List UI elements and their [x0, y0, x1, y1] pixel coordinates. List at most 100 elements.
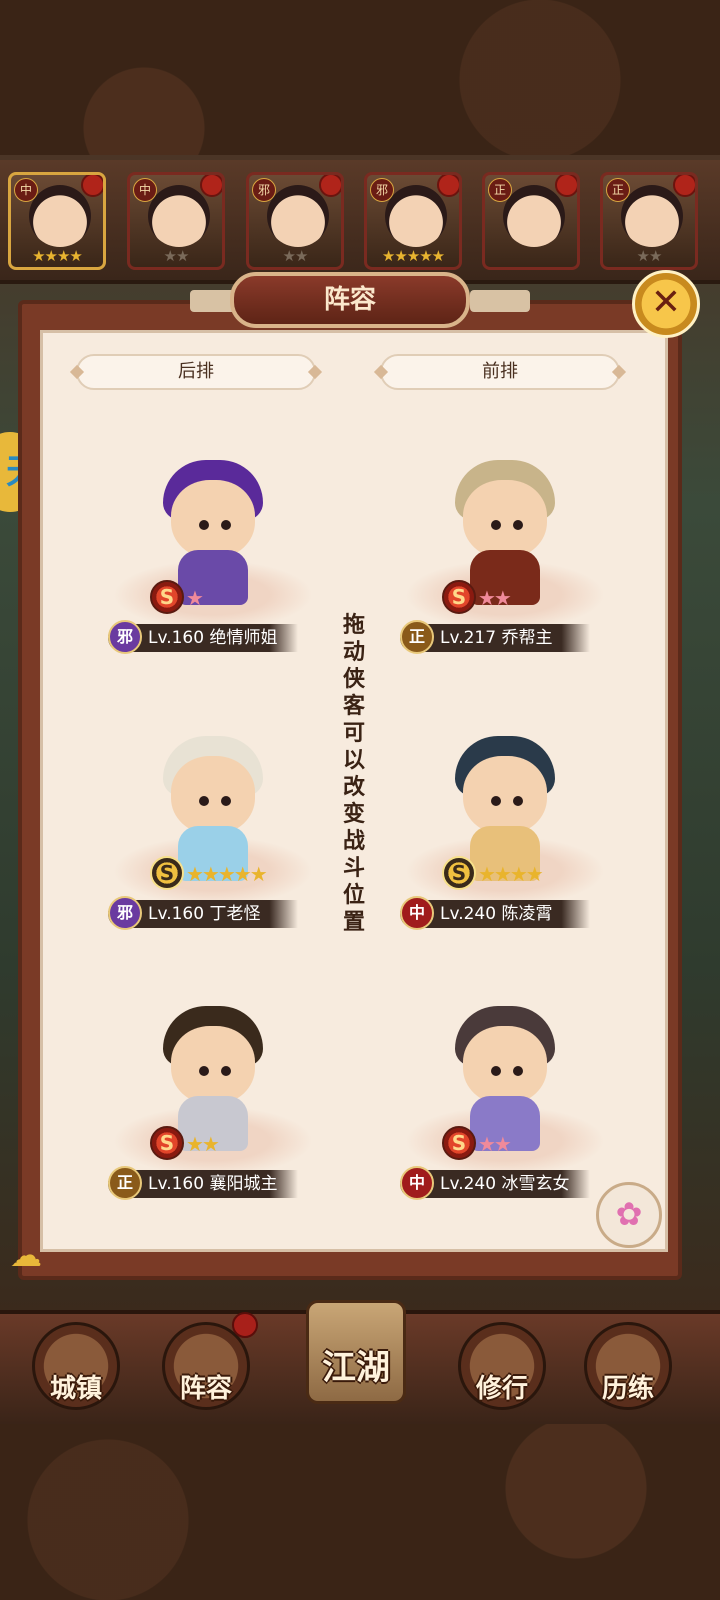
hero-slot-back-3[interactable]: S ★★ 正 Lv.160 襄阳城主: [108, 976, 318, 1206]
hero-stars: ★★: [163, 247, 190, 265]
hero-slot-front-2[interactable]: S ★★★★ 中 Lv.240 陈凌霄: [400, 706, 610, 936]
nav-lineup-button[interactable]: 阵容: [158, 1312, 258, 1414]
notification-dot: [673, 175, 695, 197]
hero-name: 绝情师姐: [209, 628, 278, 648]
drag-hint-text: 拖动侠客可以改变战斗位置: [342, 613, 365, 935]
hero-label: Lv.240 陈凌霄: [440, 902, 552, 926]
hero-slot-front-3[interactable]: S ★★ 中 Lv.240 冰雪玄女: [400, 976, 610, 1206]
hero-figure: [163, 996, 263, 1151]
faction-badge: 邪: [108, 620, 142, 654]
hero-stars: ★★★★★: [186, 862, 268, 886]
s-rank-badge: S: [442, 856, 476, 890]
hero-eye: [199, 1066, 209, 1076]
faction-badge: 正: [108, 1166, 142, 1200]
hero-stars: ★★: [478, 586, 512, 610]
back-row-header: 后排: [76, 354, 316, 390]
faction-badge: 邪: [252, 178, 276, 202]
hero-figure: [455, 450, 555, 605]
panel-title: 阵容: [230, 272, 470, 328]
nav-town-label: 城镇: [49, 1374, 102, 1404]
hero-level: Lv.160: [148, 904, 205, 924]
roster-hero-card[interactable]: 中 ★★★★: [8, 172, 106, 270]
roster-hero-card[interactable]: 正: [482, 172, 580, 270]
s-rank-badge: S: [150, 580, 184, 614]
nav-training-button[interactable]: 修行: [454, 1318, 550, 1414]
hero-head: [463, 1026, 547, 1104]
hero-stars: ★★: [282, 247, 309, 265]
notification-dot: [200, 175, 222, 197]
close-button[interactable]: ✕: [632, 270, 700, 338]
faction-badge: 中: [14, 178, 38, 202]
hero-eye: [491, 520, 501, 530]
hero-portrait: [503, 185, 565, 247]
notification-dot: [555, 175, 577, 197]
hero-label: Lv.217 乔帮主: [440, 626, 552, 650]
hero-eye: [513, 520, 523, 530]
hero-slot-front-1[interactable]: S ★★ 正 Lv.217 乔帮主: [400, 430, 610, 660]
hero-level: Lv.160: [148, 1174, 205, 1194]
hero-portrait: [148, 185, 210, 247]
hero-eye: [513, 796, 523, 806]
faction-badge: 中: [400, 1166, 434, 1200]
hero-head: [171, 1026, 255, 1104]
faction-badge: 正: [488, 178, 512, 202]
hero-eye: [491, 1066, 501, 1076]
hero-level: Lv.240: [440, 904, 497, 924]
hero-level: Lv.240: [440, 1174, 497, 1194]
roster-hero-card[interactable]: 邪 ★★: [246, 172, 344, 270]
hero-stars: ★★: [186, 1132, 220, 1156]
nav-jianghu-button[interactable]: 江湖: [296, 1300, 416, 1410]
hero-stars: ★★: [636, 247, 663, 265]
hero-figure: [455, 996, 555, 1151]
nav-town-button[interactable]: 城镇: [28, 1318, 124, 1414]
hero-eye: [513, 1066, 523, 1076]
hero-head: [463, 756, 547, 834]
nav-experience-button[interactable]: 历练: [580, 1318, 676, 1414]
hero-name: 襄阳城主: [209, 1174, 278, 1194]
hero-name: 陈凌霄: [501, 904, 553, 924]
hero-slot-back-2[interactable]: S ★★★★★ 邪 Lv.160 丁老怪: [108, 706, 318, 936]
hero-slot-back-1[interactable]: S ★ 邪 Lv.160 绝情师姐: [108, 430, 318, 660]
s-rank-badge: S: [150, 856, 184, 890]
hero-label: Lv.160 襄阳城主: [148, 1172, 277, 1196]
hero-head: [463, 480, 547, 558]
hero-stars: ★: [186, 586, 204, 610]
nav-lineup-label: 阵容: [179, 1374, 232, 1404]
hero-label: Lv.160 绝情师姐: [148, 626, 277, 650]
roster-hero-card[interactable]: 中 ★★: [127, 172, 225, 270]
hero-label: Lv.160 丁老怪: [148, 902, 260, 926]
hero-name: 冰雪玄女: [501, 1174, 570, 1194]
roster-hero-card[interactable]: 邪 ★★★★★: [364, 172, 462, 270]
hero-eye: [221, 796, 231, 806]
hero-level: Lv.217: [440, 628, 497, 648]
s-rank-badge: S: [150, 1126, 184, 1160]
hero-stars: ★★★★★: [381, 247, 445, 265]
hero-eye: [491, 796, 501, 806]
hero-level: Lv.160: [148, 628, 205, 648]
hero-stars: ★★★★: [32, 247, 83, 265]
s-rank-badge: S: [442, 580, 476, 614]
formation-flower-button[interactable]: ✿: [596, 1182, 662, 1248]
faction-badge: 邪: [108, 896, 142, 930]
faction-badge: 中: [400, 896, 434, 930]
hero-stars: ★★★★: [478, 862, 544, 886]
hero-eye: [199, 520, 209, 530]
hero-eye: [221, 1066, 231, 1076]
cloud-ornament-icon: ☁: [10, 1236, 42, 1274]
faction-badge: 正: [400, 620, 434, 654]
faction-badge: 正: [606, 178, 630, 202]
close-icon: ✕: [650, 282, 682, 323]
title-wing-right: [470, 290, 530, 312]
hero-label: Lv.240 冰雪玄女: [440, 1172, 569, 1196]
nav-experience-label: 历练: [601, 1374, 654, 1404]
faction-badge: 邪: [370, 178, 394, 202]
hero-figure: [163, 450, 263, 605]
notification-dot: [232, 1312, 258, 1338]
hero-stars: ★★: [478, 1132, 512, 1156]
hero-figure: [163, 726, 263, 881]
roster-hero-card[interactable]: 正 ★★: [600, 172, 698, 270]
front-row-header: 前排: [380, 354, 620, 390]
hero-name: 乔帮主: [501, 628, 553, 648]
hero-head: [171, 756, 255, 834]
hero-portrait: [621, 185, 683, 247]
